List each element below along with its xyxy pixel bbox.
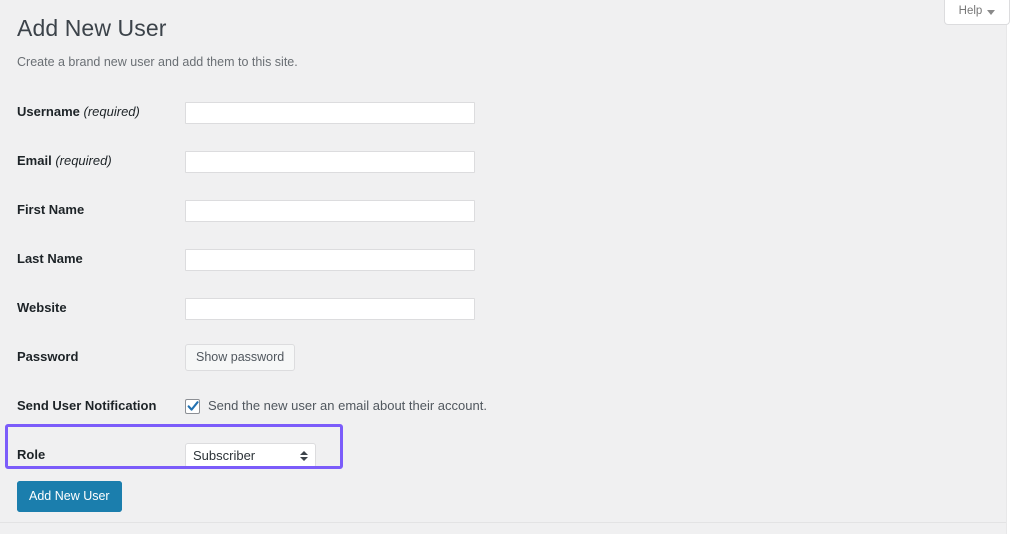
- field-email: [185, 150, 1006, 173]
- label-last-name: Last Name: [0, 250, 185, 268]
- label-email: Email (required): [0, 152, 185, 170]
- label-last-name-text: Last Name: [17, 251, 83, 267]
- page-title: Add New User: [17, 15, 167, 41]
- send-notification-checkbox-line: Send the new user an email about their a…: [185, 397, 1006, 415]
- field-role: Subscriber: [185, 443, 1006, 468]
- label-username-required: (required): [83, 104, 140, 120]
- form-row-password: Password Show password: [0, 333, 1006, 382]
- form-row-role: Role Subscriber: [0, 431, 1006, 480]
- label-password: Password: [0, 348, 185, 366]
- field-last-name: [185, 248, 1006, 271]
- label-website-text: Website: [17, 300, 67, 316]
- page-bottom-divider: [0, 522, 1006, 523]
- label-username: Username (required): [0, 103, 185, 121]
- label-password-text: Password: [17, 349, 79, 365]
- field-username: [185, 101, 1006, 124]
- first-name-input[interactable]: [185, 199, 475, 222]
- chevron-down-icon: [987, 9, 996, 15]
- field-password: Show password: [185, 343, 1006, 372]
- label-role-text: Role: [17, 447, 46, 463]
- form-row-last-name: Last Name: [0, 235, 1006, 284]
- submit-area: Add New User: [17, 481, 122, 512]
- form-row-email: Email (required): [0, 137, 1006, 186]
- checkmark-icon: [187, 401, 199, 411]
- email-input[interactable]: [185, 150, 475, 173]
- label-first-name-text: First Name: [17, 202, 85, 218]
- page-right-gutter: [1006, 0, 1024, 534]
- last-name-input[interactable]: [185, 248, 475, 271]
- label-username-text: Username: [17, 104, 80, 120]
- label-website: Website: [0, 299, 185, 317]
- send-notification-checkbox[interactable]: [185, 399, 200, 414]
- page-description: Create a brand new user and add them to …: [17, 55, 298, 69]
- field-website: [185, 297, 1006, 320]
- add-new-user-button[interactable]: Add New User: [17, 481, 122, 512]
- website-input[interactable]: [185, 297, 475, 320]
- send-notification-checkbox-label: Send the new user an email about their a…: [208, 398, 487, 414]
- show-password-button[interactable]: Show password: [185, 343, 296, 372]
- field-send-user-notification: Send the new user an email about their a…: [185, 397, 1006, 415]
- role-select[interactable]: Subscriber: [185, 443, 316, 468]
- label-first-name: First Name: [0, 201, 185, 219]
- username-input[interactable]: [185, 101, 475, 124]
- add-new-user-form: Username (required) Email (required) Fir…: [0, 88, 1006, 480]
- label-email-required: (required): [55, 153, 112, 169]
- label-email-text: Email: [17, 153, 52, 169]
- form-row-send-user-notification: Send User Notification Send the new user…: [0, 382, 1006, 431]
- form-row-username: Username (required): [0, 88, 1006, 137]
- label-send-user-notification: Send User Notification: [0, 397, 185, 415]
- label-send-user-notification-text: Send User Notification: [17, 398, 157, 414]
- role-select-value: Subscriber: [193, 448, 256, 463]
- field-first-name: [185, 199, 1006, 222]
- help-tab-button[interactable]: Help: [944, 0, 1010, 25]
- label-role: Role: [0, 446, 185, 464]
- form-row-first-name: First Name: [0, 186, 1006, 235]
- form-row-website: Website: [0, 284, 1006, 333]
- admin-page: Help Add New User Create a brand new use…: [0, 0, 1024, 534]
- role-select-wrapper: Subscriber: [185, 443, 316, 468]
- help-tab-label: Help: [958, 5, 983, 18]
